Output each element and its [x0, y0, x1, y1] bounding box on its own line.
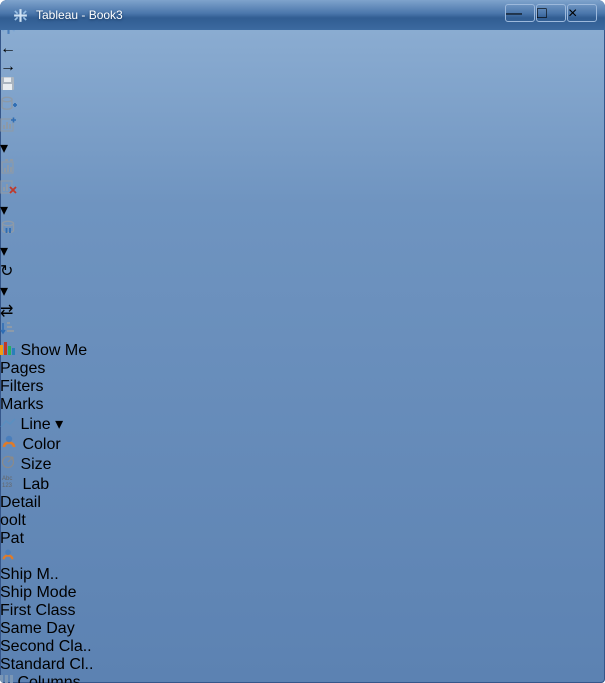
filters-title: Filters	[0, 378, 605, 396]
new-sheet-caret-icon[interactable]: ▾	[0, 140, 8, 157]
legend-item-standard-class[interactable]: Standard Cl..	[0, 656, 605, 674]
color-button-label: Color	[22, 436, 60, 453]
legend-item-first-class[interactable]: First Class	[0, 602, 605, 620]
detail-button[interactable]: Detail	[0, 494, 605, 512]
label-abc-icon: Abc 123	[0, 474, 18, 489]
filters-shelf[interactable]: Filters	[0, 378, 605, 396]
clear-sheet-caret-icon[interactable]: ▾	[0, 202, 8, 219]
color-encoding-row: Ship M..	[0, 548, 605, 584]
legend-label: Second Cla..	[0, 638, 92, 655]
minimize-button[interactable]: —	[505, 4, 535, 22]
pause-auto-updates-icon[interactable]	[0, 220, 605, 241]
app-body: File Data Worksheet Dashboard Story Anal…	[0, 0, 605, 683]
marks-card: Marks Line ▾ Color	[0, 396, 605, 584]
mark-type-label: Line	[20, 416, 50, 433]
label-button[interactable]: Abc 123 Lab	[0, 474, 605, 494]
duplicate-sheet-icon[interactable]	[0, 158, 605, 179]
size-circle-icon	[0, 454, 16, 469]
legend-label: Same Day	[0, 620, 75, 637]
tableau-logo-icon	[12, 7, 29, 24]
workspace: Pages Filters Marks Line ▾	[0, 360, 605, 683]
svg-text:123: 123	[2, 483, 13, 489]
show-me-button[interactable]: Show Me	[0, 341, 605, 360]
color-dots-icon	[0, 434, 18, 449]
new-worksheet-icon[interactable]	[0, 117, 605, 138]
columns-label: Columns	[17, 674, 80, 683]
marks-buttons-row1: Color Size Abc 123 Lab	[0, 434, 605, 494]
window-title: Tableau - Book3	[36, 8, 123, 22]
pages-title: Pages	[0, 360, 605, 378]
save-icon[interactable]	[0, 76, 605, 96]
ship-mode-legend: Ship Mode First Class Same Day Second Cl…	[0, 584, 605, 674]
legend-label: First Class	[0, 602, 76, 619]
clear-sheet-icon[interactable]	[0, 179, 605, 200]
refresh-icon[interactable]: ↻	[0, 261, 605, 281]
label-button-label: Lab	[22, 476, 49, 493]
size-button-label: Size	[20, 456, 51, 473]
refresh-caret-icon[interactable]: ▾	[0, 283, 8, 300]
close-button[interactable]: ×	[567, 4, 597, 22]
columns-shelf[interactable]: Columns ⊞ Sub-Category	[0, 674, 605, 683]
color-encoding-icon	[0, 548, 16, 561]
show-me-label: Show Me	[20, 342, 87, 359]
svg-text:Abc: Abc	[2, 476, 12, 482]
path-button[interactable]: Pat	[0, 530, 605, 548]
tableau-window: Tableau - Book3 — □ × File Data Workshee…	[0, 0, 605, 683]
legend-item-second-class[interactable]: Second Cla..	[0, 638, 605, 656]
add-data-source-icon[interactable]	[0, 96, 605, 117]
marks-title: Marks	[0, 396, 605, 414]
pause-caret-icon[interactable]: ▾	[0, 243, 8, 260]
sort-ascending-icon[interactable]	[0, 321, 605, 341]
show-me-chart-icon	[0, 341, 16, 355]
title-bar: Tableau - Book3 — □ ×	[0, 0, 605, 30]
size-button[interactable]: Size	[0, 454, 605, 474]
maximize-button[interactable]: □	[536, 4, 566, 22]
legend-label: Standard Cl..	[0, 656, 93, 673]
color-button[interactable]: Color	[0, 434, 605, 454]
marks-buttons-row2: Detail oolt Pat	[0, 494, 605, 548]
toolbar: ← → ▾ ▾ ▾ ↻	[0, 18, 605, 360]
pages-shelf[interactable]: Pages	[0, 360, 605, 378]
tooltip-button[interactable]: oolt	[0, 512, 605, 530]
columns-icon	[0, 675, 13, 683]
main-pane: Columns ⊞ Sub-Category Rows rank ▾	[0, 674, 605, 683]
legend-item-same-day[interactable]: Same Day	[0, 620, 605, 638]
line-mark-icon	[0, 417, 16, 429]
mark-type-caret-icon: ▾	[55, 416, 63, 433]
legend-title: Ship Mode	[0, 584, 605, 602]
sidebar: Pages Filters Marks Line ▾	[0, 360, 605, 674]
caption-buttons: — □ ×	[505, 4, 597, 22]
undo-icon[interactable]: ←	[0, 40, 605, 58]
redo-icon[interactable]: →	[0, 58, 605, 76]
mark-type-dropdown[interactable]: Line ▾	[0, 414, 605, 434]
swap-rows-columns-icon[interactable]: ⇄	[0, 301, 605, 321]
ship-mode-pill[interactable]: Ship M..	[0, 566, 605, 584]
